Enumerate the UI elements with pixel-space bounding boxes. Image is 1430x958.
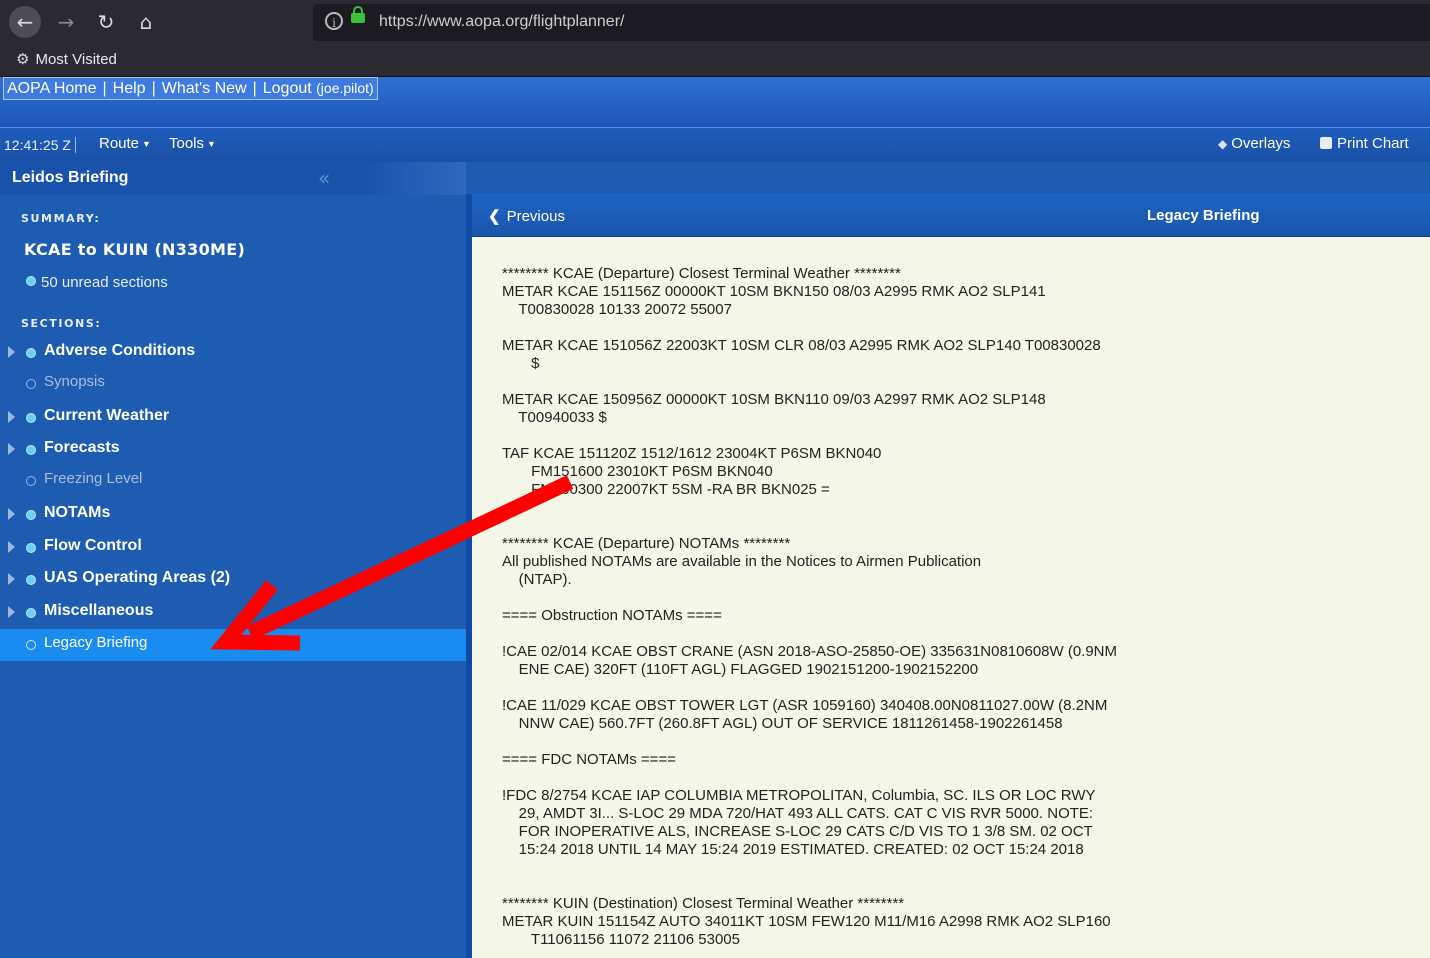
layers-icon: ◆	[1218, 137, 1228, 151]
unread-dot-icon	[26, 543, 36, 553]
section-miscellaneous[interactable]: Miscellaneous	[0, 597, 466, 629]
print-chart-button[interactable]: Print Chart	[1320, 135, 1409, 152]
briefing-sidebar: Leidos Briefing « SUMMARY: KCAE to KUIN …	[0, 162, 466, 958]
help-link[interactable]: Help	[113, 80, 146, 97]
gear-icon: ⚙	[16, 51, 30, 68]
caret-down-icon: ▼	[207, 139, 216, 150]
sections-label: SECTIONS:	[21, 317, 102, 330]
unread-dot-icon	[26, 608, 36, 618]
unread-dot-icon	[26, 575, 36, 585]
whats-new-link[interactable]: What's New	[162, 80, 247, 97]
aopa-home-link[interactable]: AOPA Home	[7, 80, 97, 97]
expand-arrow-icon[interactable]	[8, 606, 15, 618]
section-adverse-conditions[interactable]: Adverse Conditions	[0, 337, 466, 369]
section-forecasts[interactable]: Forecasts	[0, 434, 466, 466]
printer-icon	[1320, 137, 1332, 149]
expand-arrow-icon[interactable]	[8, 411, 15, 423]
unread-count: 50 unread sections	[26, 274, 168, 291]
sidebar-header: Leidos Briefing «	[0, 162, 466, 195]
expand-arrow-icon[interactable]	[8, 508, 15, 520]
route-menu-label: Route	[99, 135, 140, 152]
overlays-label: Overlays	[1231, 135, 1291, 152]
section-legacy-briefing[interactable]: Legacy Briefing	[0, 629, 466, 661]
bookmarks-bar: ⚙ Most Visited	[0, 44, 1430, 77]
previous-label: Previous	[506, 208, 565, 225]
logout-link[interactable]: Logout	[263, 80, 312, 97]
chevron-left-icon: ❮	[488, 208, 501, 225]
section-label: Miscellaneous	[44, 602, 154, 619]
reload-icon[interactable]: ↻	[90, 6, 122, 38]
section-label: Synopsis	[44, 373, 105, 390]
section-current-weather[interactable]: Current Weather	[0, 402, 466, 434]
url-text[interactable]: https://www.aopa.org/flightplanner/	[379, 13, 624, 31]
tools-menu[interactable]: Tools ▼	[169, 135, 216, 152]
unread-dot-icon	[26, 348, 36, 358]
info-icon[interactable]: i	[325, 12, 343, 30]
caret-down-icon: ▼	[142, 139, 151, 150]
map-toolbar: 12:41:25 Z Route ▼ Tools ▼ ◆ Overlays Print…	[0, 127, 1430, 162]
section-label: Adverse Conditions	[44, 342, 196, 359]
unread-dot-icon	[26, 510, 36, 520]
forward-arrow-icon[interactable]: →	[50, 6, 82, 38]
site-header: AOPA Home | Help | What's New | Logout (joe.pi…	[0, 77, 1430, 127]
section-freezing-level[interactable]: Freezing Level	[0, 465, 466, 497]
route-menu[interactable]: Route ▼	[99, 135, 151, 152]
expand-arrow-icon[interactable]	[8, 443, 15, 455]
expand-arrow-icon[interactable]	[8, 541, 15, 553]
unread-dot-icon	[26, 276, 36, 286]
lock-icon	[351, 6, 365, 23]
separator: |	[102, 80, 107, 97]
section-label: Forecasts	[44, 439, 120, 456]
read-dot-icon	[26, 640, 36, 650]
most-visited-label: Most Visited	[35, 51, 117, 68]
summary-label: SUMMARY:	[21, 212, 101, 225]
sidebar-title: Leidos Briefing	[12, 169, 129, 186]
tools-menu-label: Tools	[169, 135, 205, 152]
section-label: NOTAMs	[44, 504, 111, 521]
top-links: AOPA Home | Help | What's New | Logout (joe.pi…	[3, 77, 378, 100]
collapse-icon[interactable]: «	[318, 166, 330, 190]
section-label: Flow Control	[44, 537, 142, 554]
back-arrow-icon[interactable]: ←	[9, 6, 41, 38]
read-dot-icon	[26, 379, 36, 389]
username: (joe.pilot)	[316, 80, 374, 96]
home-icon[interactable]: ⌂	[130, 6, 162, 38]
unread-label: 50 unread sections	[41, 274, 168, 291]
section-label: Legacy Briefing	[44, 634, 148, 651]
separator: |	[252, 80, 257, 97]
separator: |	[151, 80, 156, 97]
most-visited-bookmark[interactable]: ⚙ Most Visited	[16, 50, 117, 68]
overlays-button[interactable]: ◆ Overlays	[1218, 135, 1290, 152]
legacy-briefing-text: ******** KCAE (Departure) Closest Termin…	[502, 265, 1118, 948]
previous-button[interactable]: ❮ Previous	[488, 207, 565, 225]
browser-toolbar: ← → ↻ ⌂ i https://www.aopa.org/flightpla…	[0, 0, 1430, 44]
briefing-content[interactable]: ******** KCAE (Departure) Closest Termin…	[472, 237, 1430, 958]
unread-dot-icon	[26, 413, 36, 423]
section-uas-operating-areas[interactable]: UAS Operating Areas (2)	[0, 564, 466, 596]
pane-title: Legacy Briefing	[1147, 207, 1260, 224]
route-summary: KCAE to KUIN (N330ME)	[24, 240, 246, 259]
expand-arrow-icon[interactable]	[8, 573, 15, 585]
unread-dot-icon	[26, 445, 36, 455]
section-label: UAS Operating Areas (2)	[44, 569, 231, 586]
section-synopsis[interactable]: Synopsis	[0, 368, 466, 400]
section-flow-control[interactable]: Flow Control	[0, 532, 466, 564]
section-label: Freezing Level	[44, 470, 143, 487]
pane-header: ❮ Previous Legacy Briefing	[472, 194, 1430, 237]
address-bar[interactable]: i https://www.aopa.org/flightplanner/	[313, 4, 1430, 41]
expand-arrow-icon[interactable]	[8, 346, 15, 358]
utc-clock: 12:41:25 Z	[4, 137, 76, 153]
section-label: Current Weather	[44, 407, 170, 424]
section-notams[interactable]: NOTAMs	[0, 499, 466, 531]
print-chart-label: Print Chart	[1337, 135, 1409, 152]
read-dot-icon	[26, 476, 36, 486]
